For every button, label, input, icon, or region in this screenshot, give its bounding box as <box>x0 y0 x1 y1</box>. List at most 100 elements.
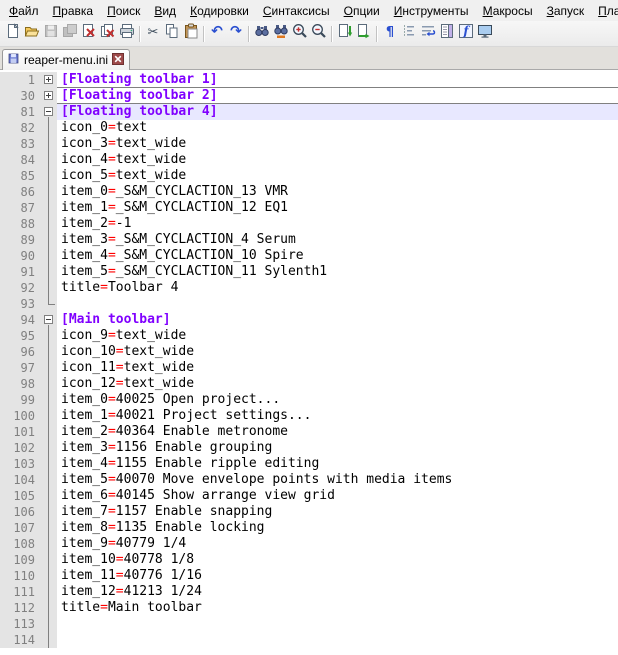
code-text[interactable]: item_5=40070 Move envelope points with m… <box>57 472 618 488</box>
code-text[interactable]: item_2=-1 <box>57 216 618 232</box>
code-text[interactable]: item_4=_S&M_CYCLACTION_10 Spire <box>57 248 618 264</box>
new-file-icon <box>5 23 21 44</box>
code-text[interactable] <box>57 296 618 312</box>
code-text[interactable] <box>57 632 618 648</box>
tab-close-icon[interactable] <box>112 52 125 68</box>
code-text[interactable]: icon_9=text_wide <box>57 328 618 344</box>
code-text[interactable]: icon_0=text <box>57 120 618 136</box>
toolbar-word-wrap-button[interactable] <box>418 24 437 44</box>
code-text[interactable]: item_9=40779 1/4 <box>57 536 618 552</box>
menu-item-6[interactable]: Опции <box>337 2 387 20</box>
paste-icon <box>183 23 199 44</box>
toolbar-indent-guide-button[interactable] <box>399 24 418 44</box>
menu-item-8[interactable]: Макросы <box>476 2 540 20</box>
toolbar-save-button <box>41 24 60 44</box>
fold-collapse-marker[interactable] <box>41 312 57 328</box>
fold-expand-marker[interactable] <box>41 88 57 104</box>
toolbar-doc-map-button[interactable] <box>437 24 456 44</box>
code-text[interactable]: icon_11=text_wide <box>57 360 618 376</box>
toolbar-sync-scroll-v-button[interactable] <box>335 24 354 44</box>
code-text[interactable]: [Floating toolbar 1] <box>57 72 618 88</box>
toolbar-show-symbols-button[interactable]: ¶ <box>380 24 399 44</box>
code-text[interactable]: item_3=_S&M_CYCLACTION_4 Serum <box>57 232 618 248</box>
code-text[interactable]: icon_5=text_wide <box>57 168 618 184</box>
menu-item-3[interactable]: Вид <box>147 2 183 20</box>
code-text[interactable]: item_4=1155 Enable ripple editing <box>57 456 618 472</box>
code-text[interactable]: item_10=40778 1/8 <box>57 552 618 568</box>
tab-reaper-menu-ini[interactable]: reaper-menu.ini <box>2 49 131 70</box>
line-number: 112 <box>0 600 41 616</box>
ini-value: text_wide <box>115 328 187 343</box>
fold-margin <box>41 280 57 296</box>
toolbar-undo-button[interactable]: ↶ <box>207 24 226 44</box>
toolbar-close-all-button[interactable] <box>98 24 117 44</box>
menu-item-0[interactable]: Файл <box>2 2 46 20</box>
ini-value: text_wide <box>115 168 187 183</box>
ini-key: icon_5 <box>61 168 108 183</box>
code-text[interactable]: item_5=_S&M_CYCLACTION_11 Sylenth1 <box>57 264 618 280</box>
code-text[interactable]: [Floating toolbar 4] <box>57 104 618 120</box>
toolbar-print-button[interactable] <box>117 24 136 44</box>
ini-value: 40025 Open project... <box>115 392 281 407</box>
editor-line: 104 item_5=40070 Move envelope points wit… <box>0 472 618 488</box>
code-text[interactable]: [Main toolbar] <box>57 312 618 328</box>
toolbar-function-list-button[interactable]: f <box>456 24 475 44</box>
toolbar-replace-button[interactable] <box>271 24 290 44</box>
ini-value: -1 <box>115 216 132 231</box>
code-text[interactable]: icon_10=text_wide <box>57 344 618 360</box>
code-text[interactable]: [Floating toolbar 2] <box>57 88 618 104</box>
menu-item-4[interactable]: Кодировки <box>183 2 256 20</box>
menu-bar: Файл Правка Поиск Вид Кодировки Синтаксисы Опц… <box>0 0 618 21</box>
ini-assignment: = <box>107 168 116 183</box>
toolbar-new-file-button[interactable] <box>3 23 22 44</box>
editor-line: 93 <box>0 296 618 312</box>
code-text[interactable]: item_1=_S&M_CYCLACTION_12 EQ1 <box>57 200 618 216</box>
code-text[interactable]: item_6=40145 Show arrange view grid <box>57 488 618 504</box>
code-text[interactable]: title=Main toolbar <box>57 600 618 616</box>
ini-section-header: [Floating toolbar 1] <box>61 72 218 87</box>
line-number: 94 <box>0 312 41 328</box>
editor-line: 88 item_2=-1 <box>0 216 618 232</box>
toolbar-open-folder-button[interactable] <box>22 24 41 44</box>
toolbar-find-button[interactable] <box>252 24 271 44</box>
toolbar-close-button[interactable] <box>79 24 98 44</box>
code-text[interactable]: title=Toolbar 4 <box>57 280 618 296</box>
code-text[interactable]: item_1=40021 Project settings... <box>57 408 618 424</box>
menu-item-5[interactable]: Синтаксисы <box>256 2 337 20</box>
editor-line: 82 icon_0=text <box>0 120 618 136</box>
toolbar-sync-scroll-h-button[interactable] <box>354 24 373 44</box>
ini-key: item_0 <box>61 184 108 199</box>
code-text[interactable]: item_0=40025 Open project... <box>57 392 618 408</box>
fold-expand-marker[interactable] <box>41 72 57 88</box>
code-text[interactable]: item_12=41213 1/24 <box>57 584 618 600</box>
code-text[interactable] <box>57 616 618 632</box>
toolbar-zoom-in-button[interactable] <box>290 24 309 44</box>
code-text[interactable]: item_11=40776 1/16 <box>57 568 618 584</box>
menu-item-9[interactable]: Запуск <box>540 2 592 20</box>
menu-item-10[interactable]: Пла <box>591 2 618 20</box>
menu-item-2[interactable]: Поиск <box>100 2 147 20</box>
code-text[interactable]: icon_12=text_wide <box>57 376 618 392</box>
toolbar-redo-button[interactable]: ↷ <box>226 24 245 44</box>
code-text[interactable]: item_0=_S&M_CYCLACTION_13 VMR <box>57 184 618 200</box>
ini-assignment: = <box>115 568 124 583</box>
fold-collapse-marker[interactable] <box>41 104 57 120</box>
code-text[interactable]: icon_3=text_wide <box>57 136 618 152</box>
toolbar-cut-button[interactable]: ✂ <box>143 24 162 44</box>
zoom-out-icon <box>311 23 327 44</box>
ini-section-header: [Floating toolbar 4] <box>61 104 218 119</box>
fold-margin <box>41 328 57 344</box>
editor-line: 101 item_2=40364 Enable metronome <box>0 424 618 440</box>
code-text[interactable]: item_7=1157 Enable snapping <box>57 504 618 520</box>
toolbar-monitor-button[interactable] <box>475 24 494 44</box>
toolbar-zoom-out-button[interactable] <box>309 24 328 44</box>
toolbar-paste-button[interactable] <box>181 23 200 44</box>
code-text[interactable]: item_2=40364 Enable metronome <box>57 424 618 440</box>
menu-item-1[interactable]: Правка <box>46 2 101 20</box>
code-text[interactable]: item_3=1156 Enable grouping <box>57 440 618 456</box>
code-text[interactable]: item_8=1135 Enable locking <box>57 520 618 536</box>
menu-item-7[interactable]: Инструменты <box>387 2 476 20</box>
toolbar-copy-button[interactable] <box>162 24 181 44</box>
code-text[interactable]: icon_4=text_wide <box>57 152 618 168</box>
line-number: 92 <box>0 280 41 296</box>
